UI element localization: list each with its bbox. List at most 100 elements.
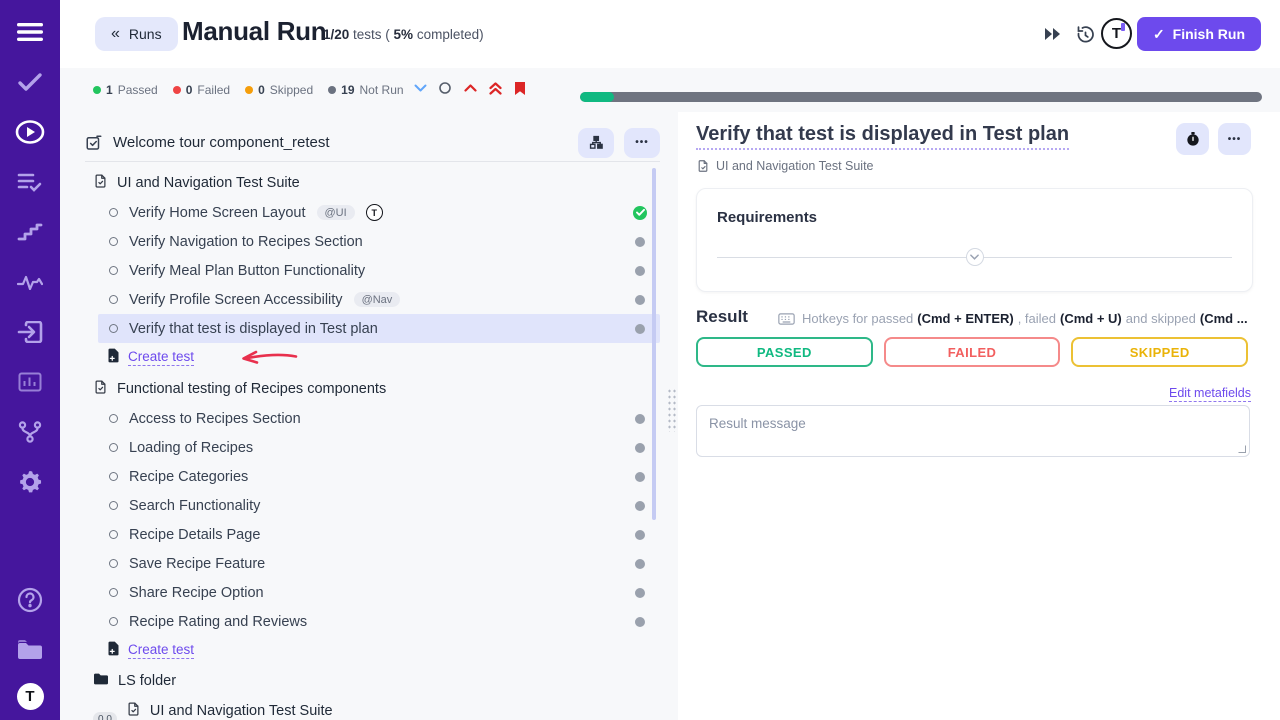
runs-button-label: Runs — [129, 26, 162, 42]
import-icon[interactable] — [13, 315, 47, 349]
collapse-chevron-icon[interactable] — [412, 80, 428, 96]
check-icon: ✓ — [1153, 26, 1165, 43]
tree-more-button[interactable]: ••• — [624, 128, 660, 158]
create-test-row[interactable]: Create test — [98, 636, 660, 665]
checklist-edit-icon — [85, 134, 103, 152]
chevron-up-icon[interactable] — [462, 80, 478, 96]
test-row[interactable]: Verify Navigation to Recipes Section — [98, 227, 660, 256]
status-notrun-icon — [635, 295, 645, 305]
test-row[interactable]: Access to Recipes Section — [98, 404, 660, 433]
menu-icon[interactable] — [13, 15, 47, 49]
status-count-failed: 0Failed — [173, 83, 230, 97]
checks-icon[interactable] — [13, 65, 47, 99]
test-row[interactable]: Loading of Recipes — [98, 433, 660, 462]
help-icon[interactable] — [13, 583, 47, 617]
panel-resize-handle[interactable] — [667, 388, 678, 432]
breadcrumb-suite-label: UI and Navigation Test Suite — [716, 159, 874, 173]
test-row[interactable]: Recipe Details Page — [98, 520, 660, 549]
status-dot-icon — [93, 86, 101, 94]
test-circle-icon — [109, 266, 118, 275]
test-suite-breadcrumb[interactable]: UI and Navigation Test Suite — [696, 159, 874, 173]
tree-view-button[interactable] — [578, 128, 614, 158]
test-row[interactable]: Verify Home Screen Layout@UIT — [98, 198, 660, 227]
file-plus-icon — [107, 348, 120, 368]
ellipsis-icon: ••• — [1228, 134, 1242, 145]
retry-timer-icon[interactable] — [1073, 22, 1097, 46]
double-chevron-up-icon[interactable] — [487, 80, 503, 96]
chevrons-left-icon: « — [111, 25, 120, 43]
fast-forward-icon[interactable] — [1040, 22, 1064, 46]
suite-row[interactable]: UI and Navigation Test Suite — [85, 168, 660, 198]
test-circle-icon — [109, 559, 118, 568]
test-row[interactable]: Recipe Rating and Reviews — [98, 607, 660, 636]
suite-row-partial[interactable]: 0.0UI and Navigation Test Suite — [85, 696, 660, 720]
settings-icon[interactable] — [13, 465, 47, 499]
status-count-number: 0 — [186, 83, 193, 97]
tree-scrollbar[interactable] — [652, 168, 656, 520]
hotkeys-hint: Hotkeys for passed (Cmd + ENTER) , faile… — [778, 311, 1266, 326]
test-label: Verify Profile Screen Accessibility — [129, 292, 343, 308]
test-row[interactable]: Verify Meal Plan Button Functionality — [98, 256, 660, 285]
analytics-icon[interactable] — [13, 265, 47, 299]
run-progress-summary: 1/20 tests ( 5% completed) — [323, 27, 484, 42]
status-dot-icon — [245, 86, 253, 94]
status-notrun-icon — [635, 617, 645, 627]
status-count-skipped: 0Skipped — [245, 83, 313, 97]
requirements-expand-button[interactable] — [966, 248, 984, 266]
status-count-number: 19 — [341, 83, 354, 97]
tree-structure-icon — [589, 135, 604, 150]
test-row[interactable]: Verify Profile Screen Accessibility@Nav — [98, 285, 660, 314]
suite-row[interactable]: Functional testing of Recipes components — [85, 374, 660, 404]
testomat-logo-icon[interactable]: T — [1101, 18, 1132, 49]
circle-filter-icon[interactable] — [437, 80, 453, 96]
back-to-runs-button[interactable]: « Runs — [95, 17, 178, 51]
create-test-link[interactable]: Create test — [128, 349, 194, 366]
test-title-editable[interactable]: Verify that test is displayed in Test pl… — [696, 123, 1069, 150]
test-more-button[interactable]: ••• — [1218, 123, 1251, 155]
top-header: « Runs Manual Run 1/20 tests ( 5% comple… — [60, 0, 1280, 68]
test-row[interactable]: Save Recipe Feature — [98, 549, 660, 578]
test-row[interactable]: Recipe Categories — [98, 462, 660, 491]
test-timer-button[interactable] — [1176, 123, 1209, 155]
result-message-wrap — [696, 405, 1250, 457]
status-passed-icon — [633, 206, 647, 220]
test-circle-icon — [109, 472, 118, 481]
projects-icon[interactable] — [13, 633, 47, 667]
requirements-title: Requirements — [717, 209, 817, 226]
bookmark-icon[interactable] — [512, 80, 528, 96]
create-test-row[interactable]: Create test — [98, 343, 660, 372]
hotkeys-text: (Cmd + ENTER) — [917, 311, 1013, 326]
test-row[interactable]: Share Recipe Option — [98, 578, 660, 607]
status-dot-icon — [328, 86, 336, 94]
steps-icon[interactable] — [13, 215, 47, 249]
hotkeys-text: and skipped — [1126, 311, 1196, 326]
test-circle-icon — [109, 501, 118, 510]
status-count-number: 0 — [258, 83, 265, 97]
folder-row[interactable]: LS folder — [85, 665, 660, 696]
reports-icon[interactable] — [13, 365, 47, 399]
result-failed-button[interactable]: FAILED — [884, 337, 1061, 367]
run-play-icon[interactable] — [13, 115, 47, 149]
test-row[interactable]: Verify that test is displayed in Test pl… — [98, 314, 660, 343]
stopwatch-icon — [1185, 131, 1201, 147]
finish-run-button[interactable]: ✓ Finish Run — [1137, 17, 1261, 51]
requirements-card: Requirements — [696, 188, 1253, 292]
status-count-number: 1 — [106, 83, 113, 97]
result-message-input[interactable] — [696, 405, 1250, 457]
test-list-icon[interactable] — [13, 165, 47, 199]
status-notrun-icon — [635, 559, 645, 569]
test-row[interactable]: Search Functionality — [98, 491, 660, 520]
test-circle-icon — [109, 414, 118, 423]
result-passed-button[interactable]: PASSED — [696, 337, 873, 367]
branches-icon[interactable] — [13, 415, 47, 449]
test-label: Recipe Categories — [129, 469, 248, 485]
percent-completed: 5% — [394, 27, 414, 42]
status-count-label: Not Run — [360, 83, 404, 97]
test-label: Access to Recipes Section — [129, 411, 301, 427]
result-skipped-button[interactable]: SKIPPED — [1071, 337, 1248, 367]
test-tag-badge: @UI — [317, 205, 355, 220]
test-circle-icon — [109, 617, 118, 626]
app-logo-icon[interactable]: T — [17, 683, 44, 710]
edit-metafields-link[interactable]: Edit metafields — [1169, 386, 1251, 402]
create-test-link[interactable]: Create test — [128, 642, 194, 659]
